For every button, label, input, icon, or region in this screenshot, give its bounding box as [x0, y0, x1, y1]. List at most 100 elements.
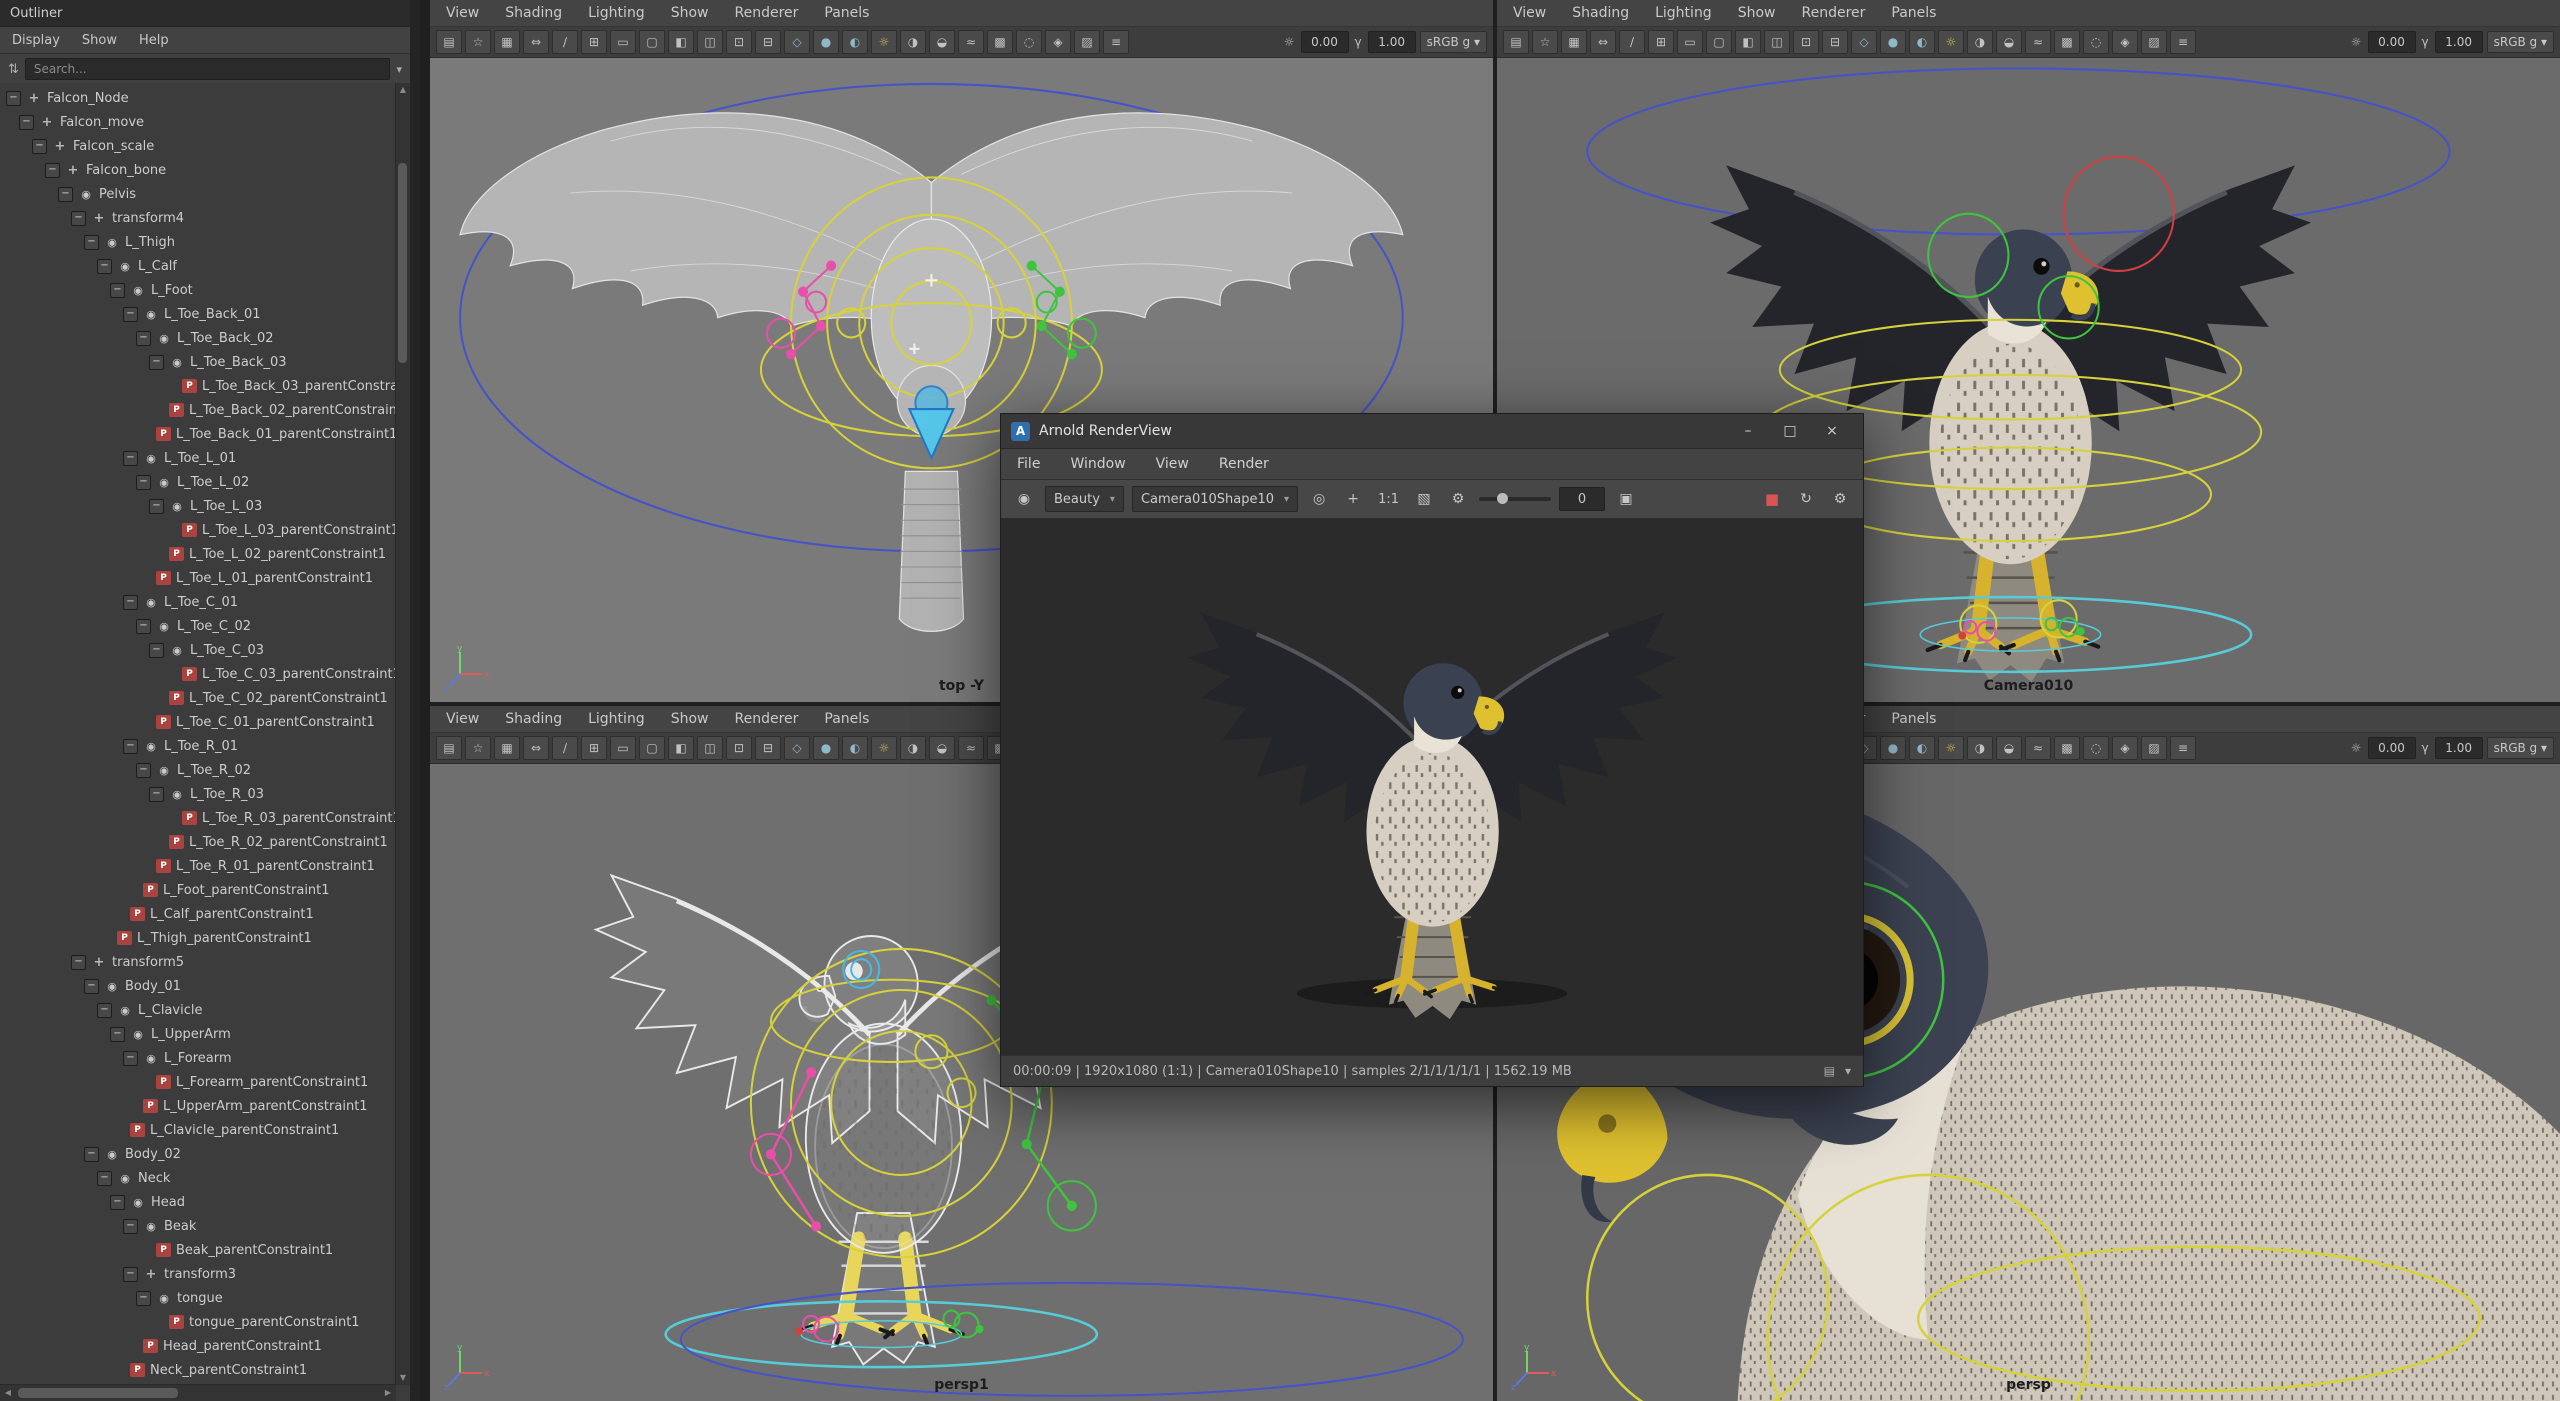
expander-toggle[interactable]: − [71, 954, 86, 970]
scroll-up-icon[interactable]: ▲ [396, 83, 410, 97]
viewport-menu-renderer[interactable]: Renderer [734, 711, 798, 727]
tree-item[interactable]: P L_Toe_Back_03_parentConstraint1 [0, 374, 396, 398]
scroll-down-icon[interactable]: ▼ [396, 1371, 410, 1385]
screen-space-ao-icon[interactable]: ◒ [929, 30, 955, 54]
exposure-field[interactable]: 0.00 [1300, 31, 1349, 53]
viewport-menu-lighting[interactable]: Lighting [588, 711, 645, 727]
expander-toggle[interactable]: − [123, 306, 138, 322]
expander-toggle[interactable]: − [149, 642, 164, 658]
tree-item[interactable]: − ◉ L_Toe_L_01 [0, 446, 396, 470]
isolate-select-icon[interactable]: ◈ [1045, 30, 1071, 54]
expander-toggle[interactable]: − [110, 282, 125, 298]
viewport-menu-show[interactable]: Show [671, 711, 709, 727]
two-d-pan-zoom-icon[interactable]: ⇔ [523, 30, 549, 54]
expander-toggle[interactable]: − [123, 1266, 138, 1282]
expander-toggle[interactable]: − [97, 1002, 112, 1018]
film-gate-icon[interactable]: ▭ [610, 736, 636, 760]
tree-item[interactable]: Ptongue_parentConstraint1 [0, 1310, 396, 1334]
viewport-menu-renderer[interactable]: Renderer [1801, 5, 1865, 21]
viewport-menu-shading[interactable]: Shading [505, 5, 562, 21]
expander-toggle[interactable]: − [32, 138, 47, 154]
status-expand-icon[interactable]: ▾ [1845, 1064, 1851, 1078]
viewport-menu-panels[interactable]: Panels [824, 711, 869, 727]
minimize-button[interactable]: – [1727, 414, 1769, 448]
exposure-field[interactable]: 0.00 [2367, 737, 2416, 759]
viewport-menu-panels[interactable]: Panels [824, 5, 869, 21]
image-plane-icon[interactable]: ▦ [1561, 30, 1587, 54]
expander-toggle[interactable]: − [123, 1050, 138, 1066]
tree-item[interactable]: − ◉ Neck [0, 1166, 396, 1190]
aov-select[interactable]: Beauty ▾ [1045, 486, 1124, 512]
wireframe-icon[interactable]: ◇ [784, 736, 810, 760]
resolution-gate-icon[interactable]: ▢ [639, 30, 665, 54]
viewport-menu-renderer[interactable]: Renderer [734, 5, 798, 21]
lights-icon[interactable]: ☼ [871, 30, 897, 54]
shadows-icon[interactable]: ◑ [1967, 30, 1993, 54]
render-view[interactable] [1001, 519, 1863, 1055]
tree-item[interactable]: P L_Toe_R_02_parentConstraint1 [0, 830, 396, 854]
textured-icon[interactable]: ◐ [1909, 30, 1935, 54]
x-ray-icon[interactable]: ▨ [2141, 30, 2167, 54]
menu-window[interactable]: Window [1070, 456, 1125, 472]
tree-item[interactable]: − ◉ L_Toe_L_03 [0, 494, 396, 518]
tree-item[interactable]: P L_Foot_parentConstraint1 [0, 878, 396, 902]
tree-item[interactable]: − ◉ L_Toe_L_02 [0, 470, 396, 494]
tree-item[interactable]: P L_Toe_C_01_parentConstraint1 [0, 710, 396, 734]
pan-mode-icon[interactable]: + [1340, 487, 1367, 511]
tree-item[interactable]: − ◉ L_Toe_C_03 [0, 638, 396, 662]
scrollbar-thumb[interactable] [398, 163, 407, 363]
outliner-horizontal-scrollbar[interactable]: ◀ ▶ [0, 1384, 396, 1401]
tree-item[interactable]: − + transform5 [0, 950, 396, 974]
safe-action-icon[interactable]: ⊡ [726, 30, 752, 54]
tree-item[interactable]: − ◉ Body_02 [0, 1142, 396, 1166]
exposure-icon[interactable]: ☼ [2349, 741, 2364, 755]
smooth-shade-icon[interactable]: ● [1880, 30, 1906, 54]
expander-toggle[interactable]: − [123, 738, 138, 754]
viewport-menu-lighting[interactable]: Lighting [588, 5, 645, 21]
tree-item[interactable]: − ◉ L_UpperArm [0, 1022, 396, 1046]
region-icon[interactable]: ▧ [1411, 487, 1437, 511]
tree-item[interactable]: − ◉ L_Foot [0, 278, 396, 302]
expander-toggle[interactable]: − [123, 594, 138, 610]
screen-space-ao-icon[interactable]: ◒ [929, 736, 955, 760]
x-ray-icon[interactable]: ▨ [1074, 30, 1100, 54]
tree-item[interactable]: P L_Forearm_parentConstraint1 [0, 1070, 396, 1094]
camera-attributes-icon[interactable]: ▤ [436, 30, 462, 54]
safe-title-icon[interactable]: ⊟ [755, 30, 781, 54]
viewport-menu-panels[interactable]: Panels [1891, 711, 1936, 727]
tree-item[interactable]: P Head_parentConstraint1 [0, 1334, 396, 1358]
isolate-select-icon[interactable]: ◈ [2112, 736, 2138, 760]
viewport-menu-shading[interactable]: Shading [1572, 5, 1629, 21]
expander-toggle[interactable]: − [149, 498, 164, 514]
tree-item[interactable]: − + Falcon_move [0, 110, 396, 134]
gamma-field[interactable]: 1.00 [2434, 737, 2483, 759]
viewport-menu-view[interactable]: View [1513, 5, 1546, 21]
field-chart-icon[interactable]: ◫ [1764, 30, 1790, 54]
snapshot-icon[interactable]: ◉ [1011, 487, 1037, 511]
gate-mask-icon[interactable]: ◧ [1735, 30, 1761, 54]
gamma-icon[interactable]: γ [2420, 35, 2431, 49]
grease-pencil-icon[interactable]: ∕ [552, 736, 578, 760]
resolution-gate-icon[interactable]: ▢ [639, 736, 665, 760]
tree-item[interactable]: − ◉ L_Toe_Back_03 [0, 350, 396, 374]
chevron-down-icon[interactable]: ▾ [396, 63, 402, 76]
grease-pencil-icon[interactable]: ∕ [552, 30, 578, 54]
tree-item[interactable]: − ◉ L_Toe_Back_02 [0, 326, 396, 350]
expander-toggle[interactable]: − [45, 162, 60, 178]
expander-toggle[interactable]: − [136, 762, 151, 778]
gamma-field[interactable]: 1.00 [1367, 31, 1416, 53]
slider-thumb[interactable] [1497, 493, 1508, 504]
tree-item[interactable]: − + transform3 [0, 1262, 396, 1286]
tree-item[interactable]: − ◉ Head [0, 1190, 396, 1214]
expander-toggle[interactable]: − [110, 1026, 125, 1042]
lights-icon[interactable]: ☼ [1938, 30, 1964, 54]
shadows-icon[interactable]: ◑ [900, 30, 926, 54]
tree-item[interactable]: − ◉ L_Toe_C_02 [0, 614, 396, 638]
two-d-pan-zoom-icon[interactable]: ⇔ [1590, 30, 1616, 54]
tree-item[interactable]: − + Falcon_scale [0, 134, 396, 158]
safe-title-icon[interactable]: ⊟ [1822, 30, 1848, 54]
tree-item[interactable]: − + transform4 [0, 206, 396, 230]
x-ray-icon[interactable]: ▨ [2141, 736, 2167, 760]
expander-toggle[interactable]: − [136, 1290, 151, 1306]
smooth-shade-icon[interactable]: ● [813, 736, 839, 760]
